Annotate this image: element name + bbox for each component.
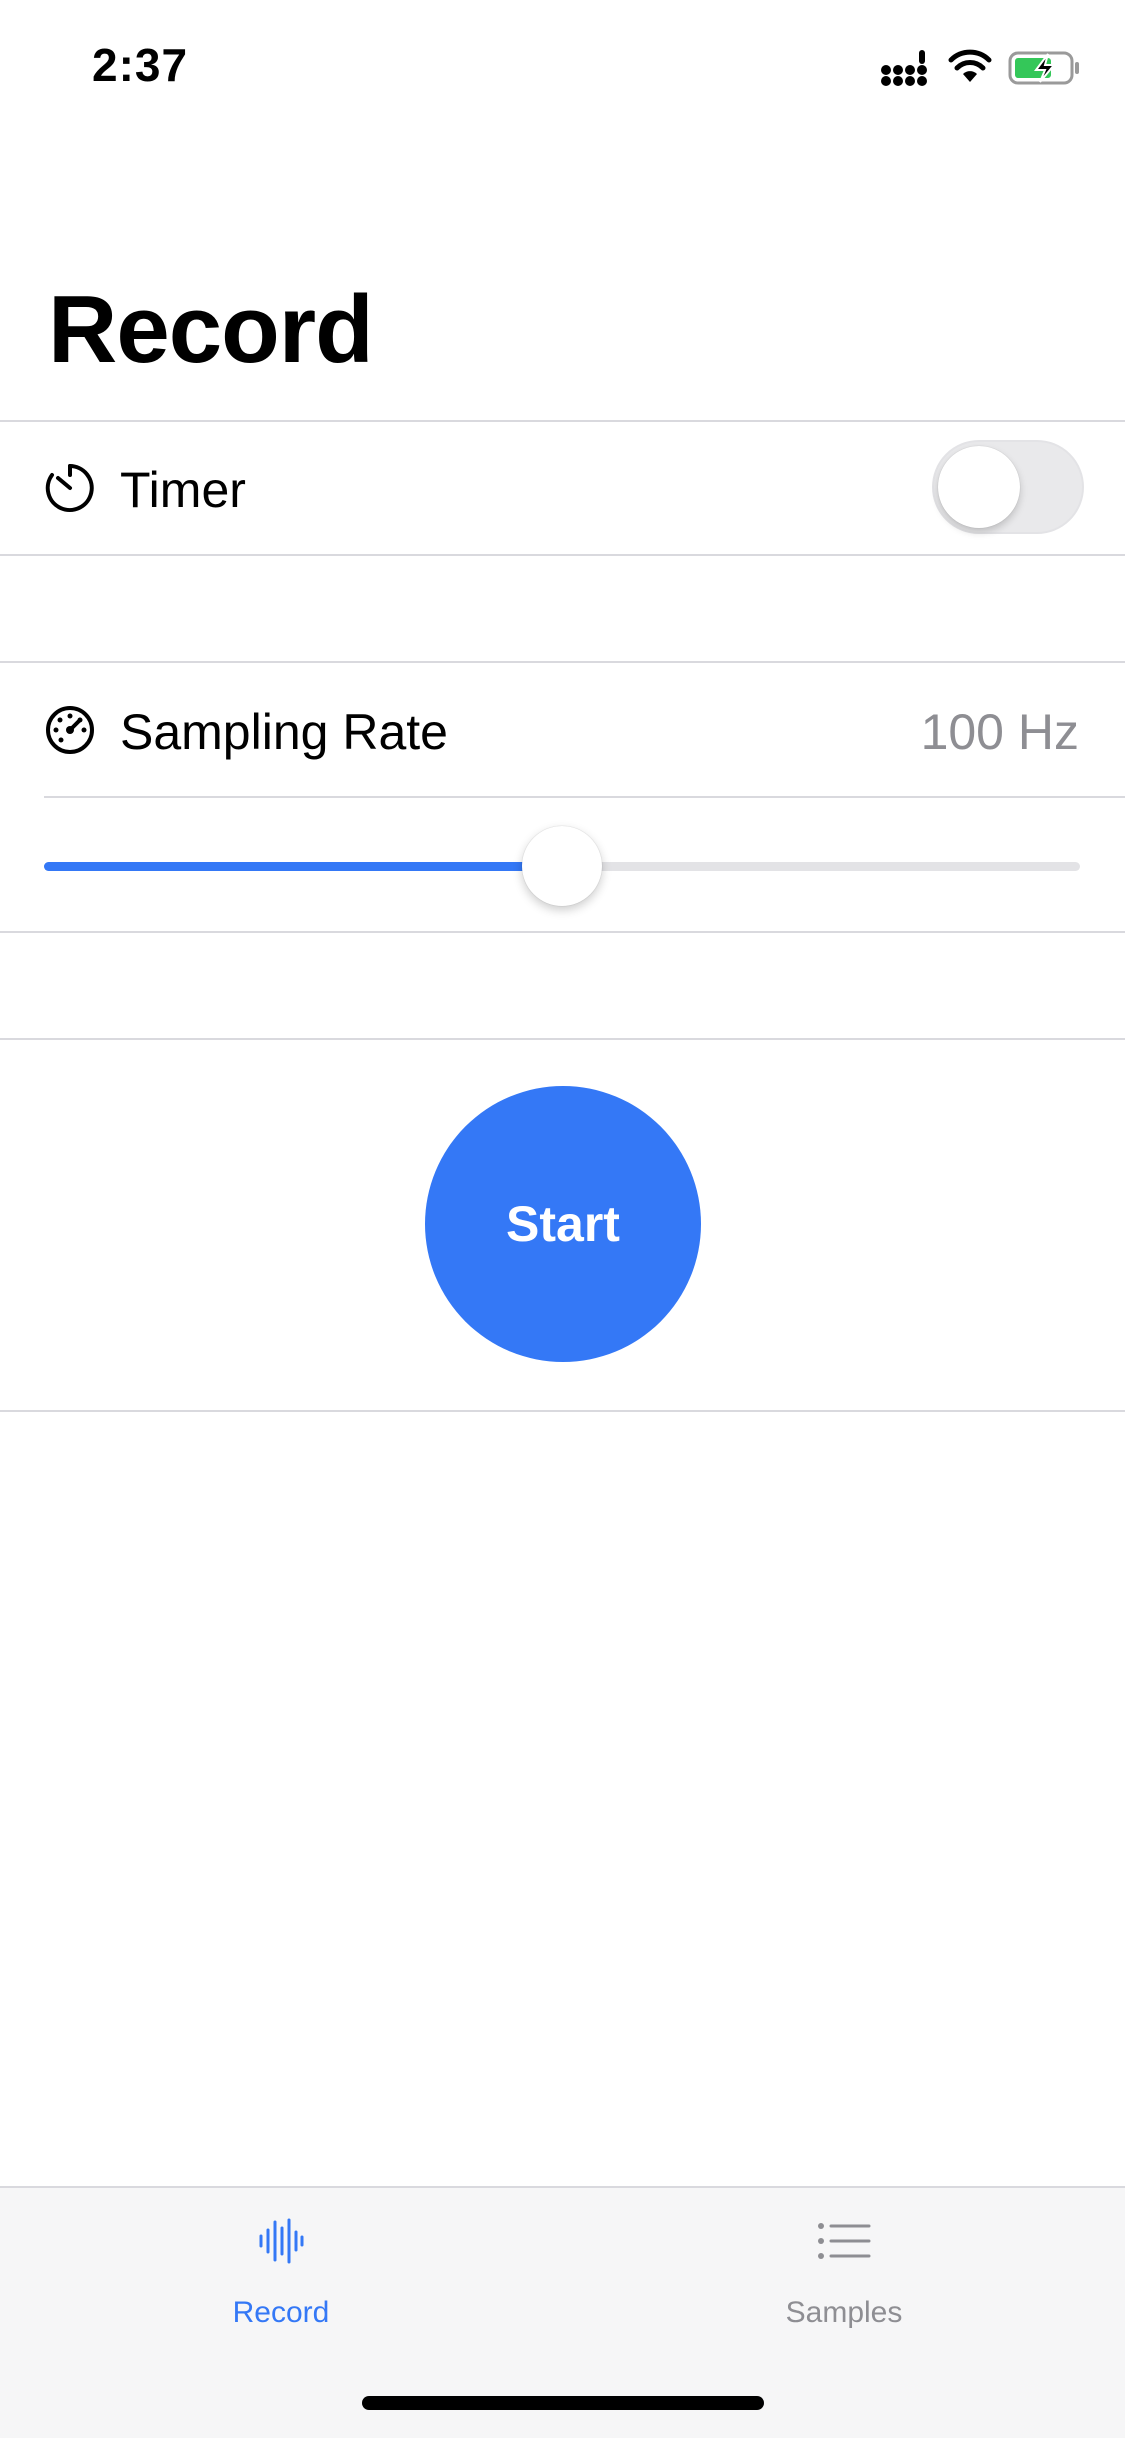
sampling-rate-row: Sampling Rate 100 Hz bbox=[0, 664, 1125, 796]
status-time: 2:37 bbox=[92, 39, 189, 91]
start-button[interactable]: Start bbox=[425, 1086, 701, 1362]
sampling-rate-label: Sampling Rate bbox=[120, 704, 448, 760]
tab-samples-label: Samples bbox=[785, 2296, 903, 2329]
slider-thumb[interactable] bbox=[522, 826, 602, 906]
separator bbox=[0, 554, 1125, 556]
separator bbox=[0, 1410, 1125, 1412]
sampling-rate-value: 100 Hz bbox=[920, 704, 1079, 760]
slider-fill bbox=[44, 862, 562, 871]
sampling-rate-slider[interactable] bbox=[44, 820, 1080, 912]
separator bbox=[0, 661, 1125, 663]
signal-icon bbox=[881, 50, 927, 86]
home-indicator bbox=[362, 2396, 764, 2410]
timer-row: Timer bbox=[0, 422, 1125, 554]
tab-record[interactable]: Record bbox=[0, 2188, 562, 2378]
toggle-knob bbox=[938, 446, 1020, 528]
timer-toggle[interactable] bbox=[932, 440, 1084, 534]
waveform-icon bbox=[259, 2218, 304, 2264]
page-title: Record bbox=[48, 276, 374, 383]
list-icon bbox=[818, 2223, 871, 2259]
separator bbox=[44, 796, 1125, 798]
tab-record-label: Record bbox=[232, 2296, 330, 2329]
separator bbox=[0, 1038, 1125, 1040]
timer-icon bbox=[45, 464, 94, 512]
gauge-icon bbox=[46, 706, 94, 754]
timer-label: Timer bbox=[120, 462, 246, 518]
separator bbox=[0, 931, 1125, 933]
wifi-icon bbox=[948, 49, 992, 82]
battery-charging-icon bbox=[1008, 51, 1079, 85]
tab-samples[interactable]: Samples bbox=[563, 2188, 1125, 2378]
